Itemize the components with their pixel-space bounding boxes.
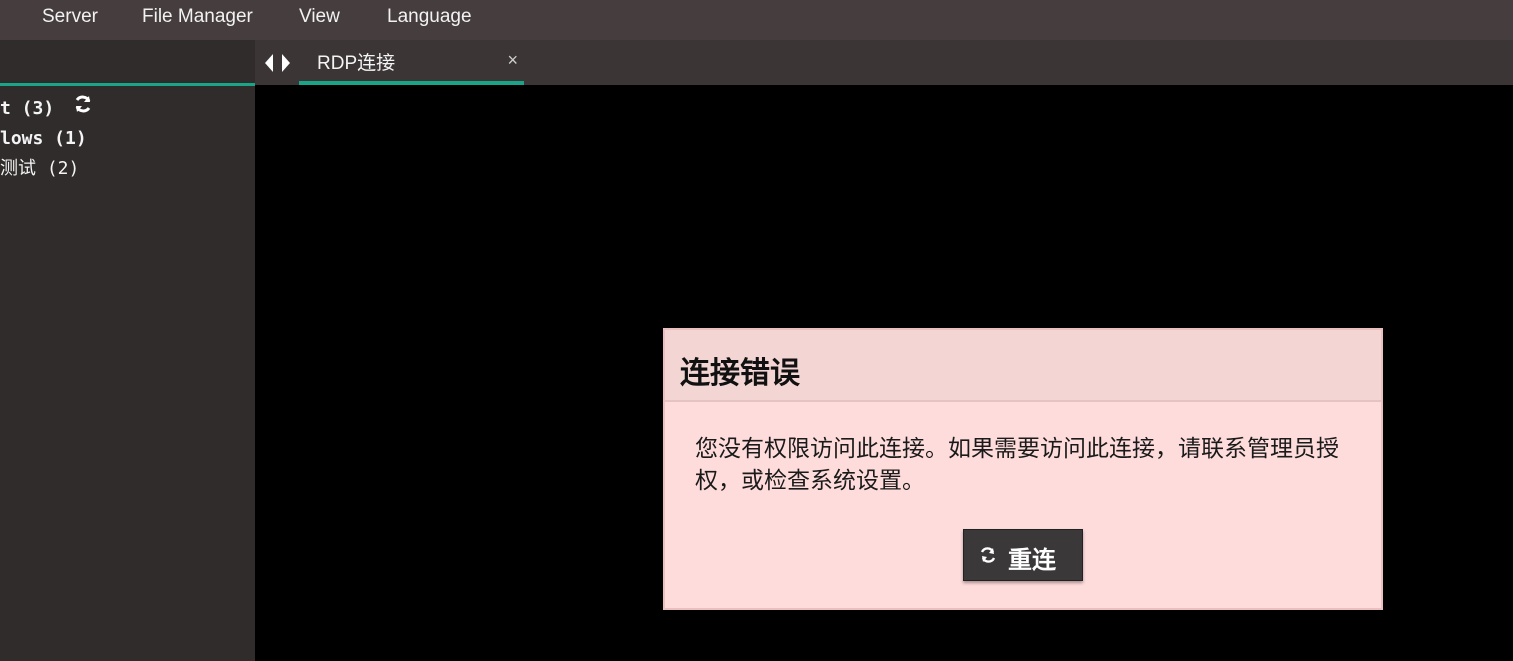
arrow-left-icon[interactable]	[265, 54, 273, 72]
dialog-title: 连接错误	[680, 357, 800, 390]
reconnect-button[interactable]: 重连	[963, 529, 1083, 581]
sidebar: t (3) lows (1) 测试 (2)	[0, 40, 255, 661]
refresh-icon[interactable]	[73, 94, 93, 124]
tree-group-2[interactable]: lows (1)	[0, 124, 93, 154]
tab-nav-arrows	[263, 53, 293, 73]
connection-error-dialog: 连接错误 您没有权限访问此连接。如果需要访问此连接，请联系管理员授权，或检查系统…	[663, 328, 1383, 610]
close-icon[interactable]: ×	[507, 50, 518, 71]
arrow-right-icon[interactable]	[282, 54, 290, 72]
tree-group-label: lows (1)	[0, 128, 87, 149]
tree-group-1[interactable]: t (3)	[0, 94, 93, 124]
tree-group-label: t (3)	[0, 98, 55, 119]
menu-view[interactable]: View	[299, 0, 340, 34]
menu-language[interactable]: Language	[387, 0, 472, 34]
connection-tree: t (3) lows (1) 测试 (2)	[0, 94, 93, 184]
dialog-message: 您没有权限访问此连接。如果需要访问此连接，请联系管理员授权，或检查系统设置。	[695, 435, 1339, 493]
menu-bar: Server File Manager View Language	[0, 0, 1513, 40]
reconnect-icon	[978, 544, 998, 571]
tree-group-label: 测试 (2)	[0, 158, 80, 179]
menu-server[interactable]: Server	[42, 0, 98, 34]
sidebar-header	[0, 40, 255, 86]
tab-bar: RDP连接 ×	[255, 40, 1513, 85]
menu-file-manager[interactable]: File Manager	[142, 0, 253, 34]
reconnect-label: 重连	[1008, 547, 1056, 574]
tab-label: RDP连接	[317, 53, 396, 74]
tree-group-3[interactable]: 测试 (2)	[0, 154, 93, 184]
dialog-header: 连接错误	[665, 330, 1381, 402]
tab-rdp-connection[interactable]: RDP连接 ×	[299, 40, 524, 85]
